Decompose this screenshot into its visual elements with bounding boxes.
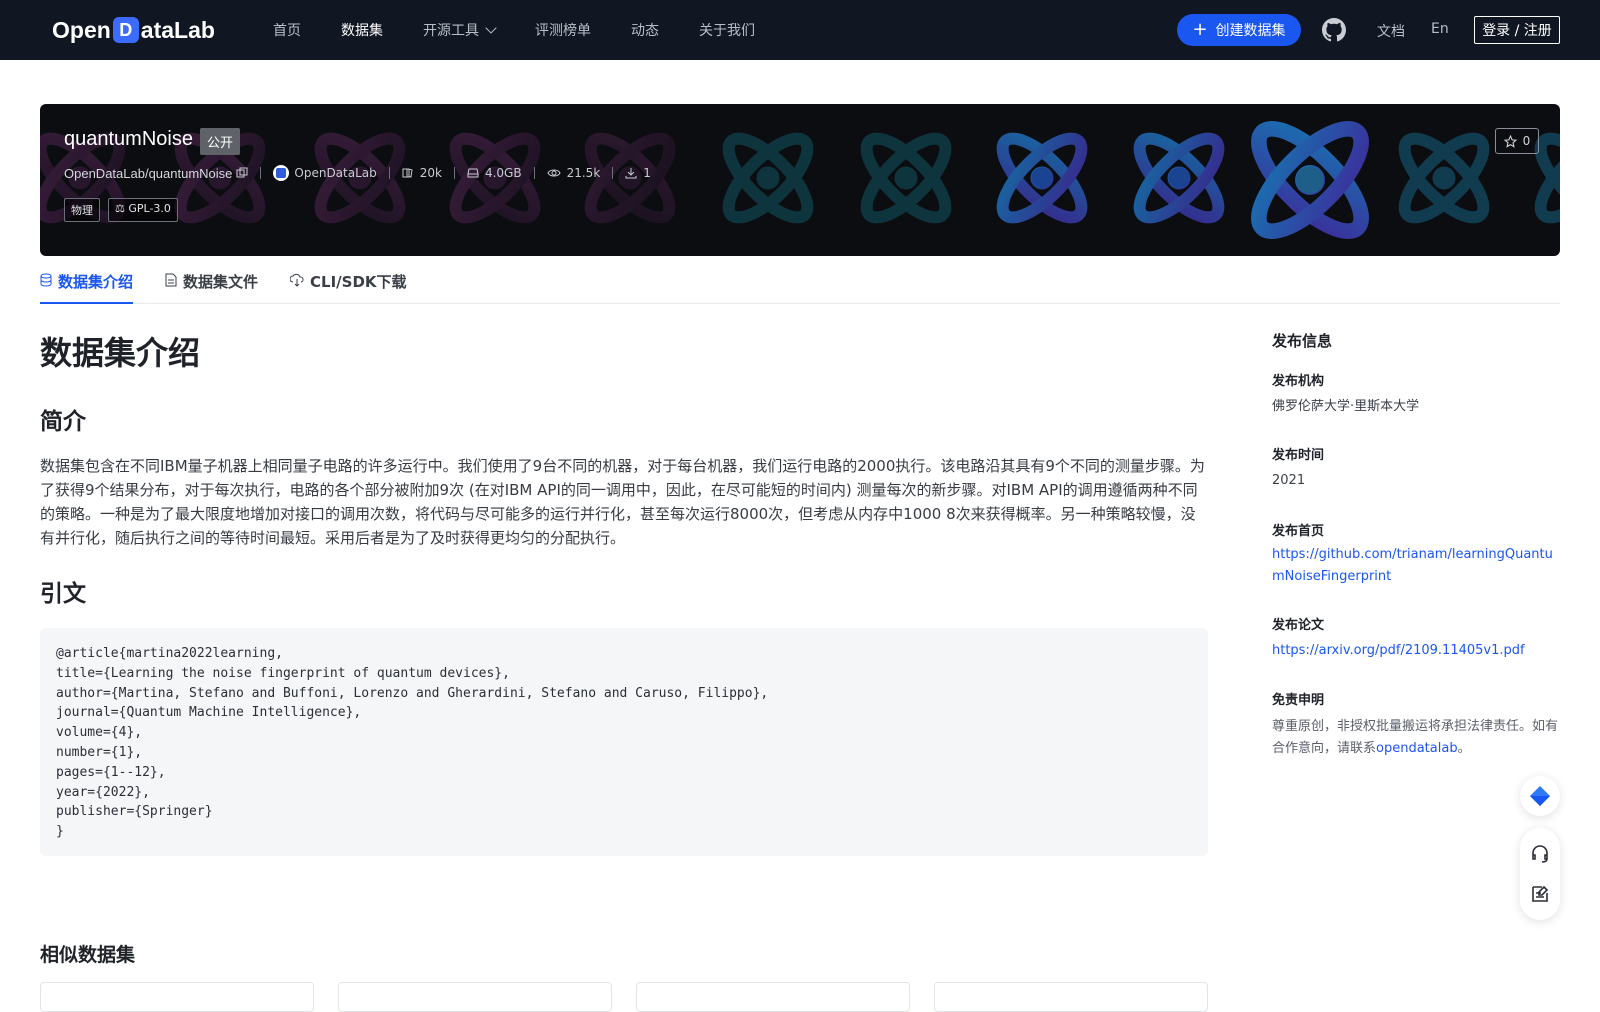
tab-label: 数据集文件	[183, 273, 259, 291]
github-icon[interactable]	[1322, 18, 1346, 42]
file-icon	[165, 273, 177, 287]
download-icon	[625, 168, 637, 179]
citation-heading: 引文	[40, 581, 86, 607]
logo-text-open: Open	[52, 16, 111, 43]
intro-heading: 简介	[40, 409, 86, 435]
org-avatar	[273, 165, 290, 181]
nav-label: 关于我们	[699, 23, 755, 39]
publisher-value: 佛罗伦萨大学·里斯本大学	[1272, 399, 1420, 414]
files-stat: 20k	[402, 166, 442, 180]
homepage-label: 发布首页	[1272, 524, 1325, 539]
database-icon	[40, 273, 52, 287]
similar-datasets-heading: 相似数据集	[40, 944, 136, 966]
dataset-banner: quantumNoise 公开 0 OpenDataLab/quantumNoi…	[40, 104, 1560, 256]
tab-label: 数据集介绍	[58, 273, 134, 291]
similar-dataset-card[interactable]	[338, 982, 612, 1012]
login-register-button[interactable]: 登录 / 注册	[1474, 16, 1560, 44]
downloads-stat: 1	[625, 166, 651, 180]
views-stat: 21.5k	[547, 166, 601, 180]
headset-support-icon[interactable]	[1530, 844, 1550, 864]
divider	[453, 167, 455, 179]
nav-item-leaderboard[interactable]: 评测榜单	[535, 20, 591, 40]
dataset-size: 4.0GB	[484, 166, 522, 180]
publish-info-title: 发布信息	[1272, 332, 1333, 350]
chevron-down-icon	[485, 22, 497, 34]
diamond-logo-icon	[1530, 786, 1550, 806]
size-stat: 4.0GB	[467, 166, 522, 180]
dataset-tags: 物理 ⚖ GPL-3.0	[64, 198, 186, 222]
divider	[388, 167, 390, 179]
org-name: OpenDataLab	[294, 166, 377, 180]
floating-app-button[interactable]	[1520, 776, 1560, 816]
book-icon	[402, 168, 413, 178]
similar-dataset-card[interactable]	[636, 982, 910, 1012]
create-dataset-button[interactable]: + 创建数据集	[1177, 14, 1301, 46]
main-nav: 首页 数据集 开源工具 评测榜单 动态 关于我们	[273, 0, 795, 60]
feedback-edit-icon[interactable]	[1530, 884, 1550, 904]
files-count: 20k	[419, 166, 442, 180]
nav-label: 评测榜单	[535, 23, 591, 39]
page-title: 数据集介绍	[40, 334, 201, 372]
nav-item-home[interactable]: 首页	[273, 20, 301, 40]
tab-label: CLI/SDK下载	[310, 273, 407, 291]
publisher-label: 发布机构	[1272, 374, 1325, 389]
nav-item-open-tools[interactable]: 开源工具	[423, 20, 497, 40]
similar-dataset-card[interactable]	[934, 982, 1208, 1012]
top-navbar: Open D ataLab 首页 数据集 开源工具 评测榜单 动态 关于我们 +…	[0, 0, 1600, 60]
star-icon	[1503, 134, 1517, 148]
visibility-badge: 公开	[200, 128, 241, 155]
docs-link[interactable]: 文档	[1377, 21, 1405, 41]
tag-physics[interactable]: 物理	[64, 198, 100, 222]
dataset-org[interactable]: OpenDataLab	[273, 165, 377, 181]
nav-item-about[interactable]: 关于我们	[699, 20, 755, 40]
disclaimer-text: 尊重原创，非授权批量搬运将承担法律责任。如有合作意向，请联系opendatala…	[1272, 716, 1562, 759]
star-button[interactable]: 0	[1495, 128, 1539, 154]
scale-icon: ⚖	[115, 202, 125, 215]
publish-time-label: 发布时间	[1272, 448, 1325, 463]
tab-dataset-files[interactable]: 数据集文件	[165, 268, 258, 303]
dataset-path: OpenDataLab/quantumNoise	[64, 165, 233, 181]
logo-text-atalab: ataLab	[140, 16, 215, 43]
citation-text: @article{martina2022learning, title={Lea…	[56, 646, 769, 840]
nav-label: 首页	[273, 23, 301, 39]
divider	[533, 167, 535, 179]
views-count: 21.5k	[566, 166, 601, 180]
paper-link[interactable]: https://arxiv.org/pdf/2109.11405v1.pdf	[1272, 640, 1562, 662]
nav-label: 开源工具	[423, 23, 479, 39]
disclaimer-label: 免责申明	[1272, 693, 1325, 708]
tab-cli-sdk[interactable]: CLI/SDK下载	[290, 268, 407, 303]
floating-action-panel	[1520, 828, 1560, 920]
nav-item-news[interactable]: 动态	[631, 20, 659, 40]
storage-icon	[467, 168, 479, 178]
license-label: GPL-3.0	[128, 202, 171, 215]
dataset-tabs: 数据集介绍 数据集文件 CLI/SDK下载	[40, 268, 1560, 304]
opendatalab-logo[interactable]: Open D ataLab	[52, 14, 215, 46]
nav-item-datasets[interactable]: 数据集	[341, 20, 383, 40]
paper-label: 发布论文	[1272, 618, 1325, 633]
tab-dataset-intro[interactable]: 数据集介绍	[40, 268, 134, 304]
dataset-title: quantumNoise	[64, 128, 193, 150]
copy-icon[interactable]	[236, 167, 248, 179]
intro-text: 数据集包含在不同IBM量子机器上相同量子电路的许多运行中。我们使用了9台不同的机…	[40, 457, 1205, 547]
publish-time-value: 2021	[1272, 473, 1306, 488]
contact-link[interactable]: opendatalab	[1376, 741, 1458, 756]
dataset-meta-row: OpenDataLab/quantumNoise OpenDataLab 20k…	[64, 164, 651, 182]
divider	[260, 167, 262, 179]
similar-dataset-card[interactable]	[40, 982, 314, 1012]
create-dataset-label: 创建数据集	[1215, 23, 1286, 39]
plus-icon: +	[1192, 19, 1208, 40]
nav-label: 动态	[631, 23, 659, 39]
eye-icon	[547, 169, 561, 177]
cloud-download-icon	[290, 273, 304, 287]
homepage-link[interactable]: https://github.com/trianam/learningQuant…	[1272, 544, 1562, 587]
disclaimer-period: 。	[1457, 740, 1471, 756]
logo-d-mark: D	[112, 17, 139, 43]
star-count: 0	[1522, 134, 1531, 148]
nav-label: 数据集	[341, 23, 383, 39]
divider	[612, 167, 614, 179]
citation-code-block: @article{martina2022learning, title={Lea…	[40, 628, 1208, 856]
downloads-count: 1	[643, 166, 651, 180]
language-switch[interactable]: En	[1431, 21, 1449, 37]
license-tag[interactable]: ⚖ GPL-3.0	[108, 198, 178, 222]
